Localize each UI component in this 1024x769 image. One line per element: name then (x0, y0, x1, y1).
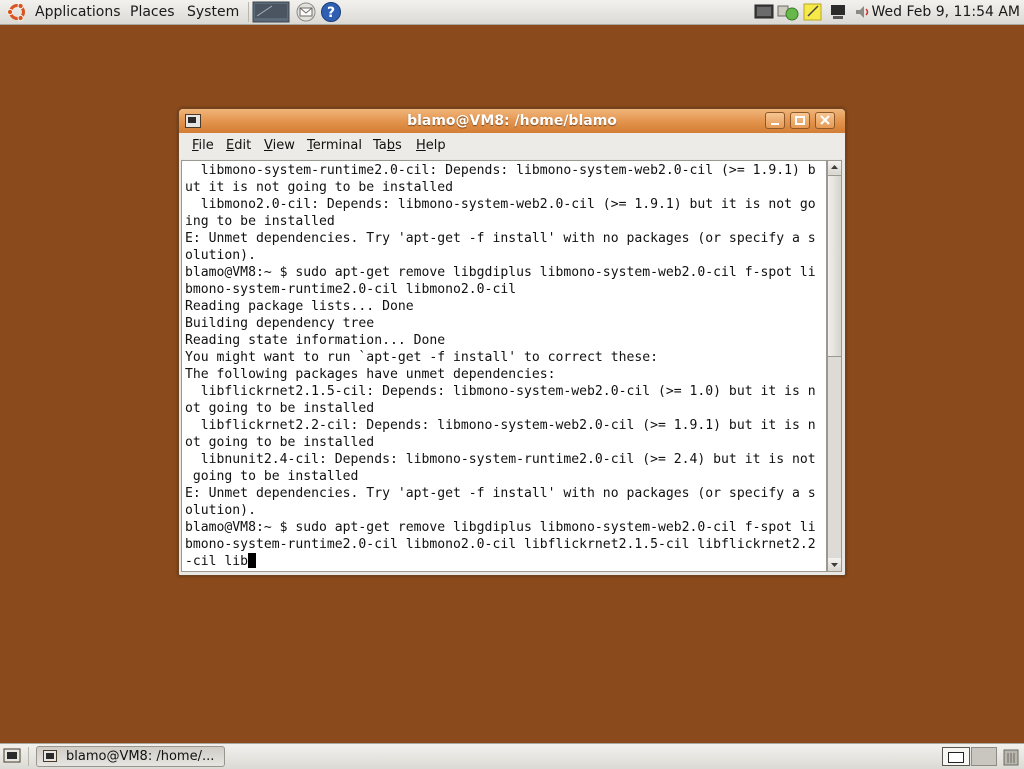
terminal-line: bmono-system-runtime2.0-cil libmono2.0-c… (185, 282, 517, 297)
terminal-line: olution). (185, 503, 256, 518)
svg-text:?: ? (327, 5, 335, 21)
terminal-line: The following packages have unmet depend… (185, 367, 556, 382)
terminal-window-icon (43, 750, 57, 762)
terminal-prompt-line: -cil lib (185, 553, 257, 570)
taskbar-window-label: blamo@VM8: /home/... (66, 749, 215, 764)
terminal-line: ot going to be installed (185, 401, 375, 416)
terminal-line: libflickrnet2.2-cil: Depends: libmono-sy… (185, 418, 816, 433)
trash-icon[interactable] (1000, 747, 1022, 766)
close-button[interactable] (815, 112, 835, 129)
terminal-window: blamo@VM8: /home/blamo File Edit View Te… (178, 108, 846, 576)
maximize-button[interactable] (790, 112, 810, 129)
scrollbar-thumb[interactable] (828, 175, 841, 357)
window-title: blamo@VM8: /home/blamo (407, 113, 617, 129)
menu-applications[interactable]: Applications (35, 0, 121, 24)
terminal-line: blamo@VM8:~ $ sudo apt-get remove libgdi… (185, 520, 816, 535)
display-icon[interactable] (828, 2, 848, 22)
close-icon (820, 115, 830, 125)
terminal-line: libnunit2.4-cil: Depends: libmono-system… (185, 452, 816, 467)
menu-edit[interactable]: Edit (226, 133, 251, 159)
taskbar-window-button[interactable]: blamo@VM8: /home/... (36, 746, 225, 767)
terminal-line: blamo@VM8:~ $ sudo apt-get remove libgdi… (185, 265, 816, 280)
terminal-launcher-icon[interactable] (252, 1, 290, 23)
scroll-down-arrow-icon[interactable] (828, 558, 841, 571)
bottom-panel: blamo@VM8: /home/... (0, 743, 1024, 769)
notes-icon[interactable] (802, 2, 824, 22)
panel-separator (248, 2, 249, 22)
terminal-line: Reading state information... Done (185, 333, 446, 348)
terminal-line: E: Unmet dependencies. Try 'apt-get -f i… (185, 231, 816, 246)
mail-launcher-icon[interactable] (295, 1, 317, 23)
workspace-1[interactable] (942, 747, 970, 766)
terminal-line: olution). (185, 248, 256, 263)
terminal-line: libmono2.0-cil: Depends: libmono-system-… (185, 197, 816, 212)
notification-area-icon[interactable] (753, 2, 775, 22)
show-desktop-icon[interactable] (3, 748, 21, 764)
help-icon[interactable]: ? (320, 1, 342, 23)
terminal-line: E: Unmet dependencies. Try 'apt-get -f i… (185, 486, 816, 501)
terminal-line: ut it is not going to be installed (185, 180, 454, 195)
terminal-line-text: -cil lib (185, 554, 249, 569)
menu-system[interactable]: System (187, 0, 239, 24)
terminal-line: You might want to run `apt-get -f instal… (185, 350, 658, 365)
terminal-line: Building dependency tree (185, 316, 375, 331)
volume-icon[interactable] (853, 2, 873, 22)
terminal-menubar: File Edit View Terminal Tabs Help (179, 133, 845, 159)
terminal-line: ing to be installed (185, 214, 335, 229)
menu-places[interactable]: Places (130, 0, 175, 24)
minimize-button[interactable] (765, 112, 785, 129)
terminal-scrollbar[interactable] (827, 160, 842, 572)
terminal-line: ot going to be installed (185, 435, 375, 450)
menu-help[interactable]: Help (416, 133, 446, 159)
menu-view[interactable]: View (264, 133, 295, 159)
terminal-line: libflickrnet2.1.5-cil: Depends: libmono-… (185, 384, 816, 399)
menu-terminal[interactable]: Terminal (307, 133, 362, 159)
scroll-up-arrow-icon[interactable] (828, 161, 841, 174)
terminal-line: going to be installed (185, 469, 359, 484)
terminal-line: Reading package lists... Done (185, 299, 414, 314)
top-panel: Applications Places System ? Wed Feb 9, … (0, 0, 1024, 25)
text-cursor (248, 553, 257, 568)
menu-tabs[interactable]: Tabs (373, 133, 402, 159)
network-status-icon[interactable] (777, 2, 801, 22)
panel-clock[interactable]: Wed Feb 9, 11:54 AM (872, 0, 1020, 24)
panel-separator (28, 747, 29, 766)
terminal-output[interactable]: libmono-system-runtime2.0-cil: Depends: … (181, 160, 827, 572)
terminal-line: bmono-system-runtime2.0-cil libmono2.0-c… (185, 537, 816, 552)
terminal-line: libmono-system-runtime2.0-cil: Depends: … (185, 163, 816, 178)
ubuntu-logo-icon[interactable] (6, 2, 28, 22)
menu-file[interactable]: File (192, 133, 214, 159)
window-titlebar[interactable]: blamo@VM8: /home/blamo (179, 109, 845, 133)
workspace-2[interactable] (971, 747, 997, 766)
